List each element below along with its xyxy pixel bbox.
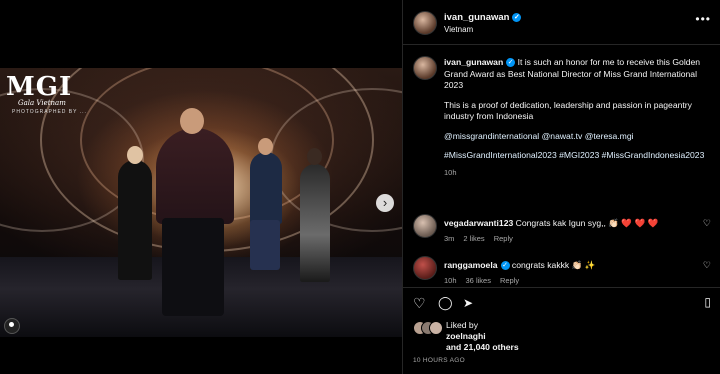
caption-time[interactable]: 10h xyxy=(444,167,706,179)
mgi-logo: MGI xyxy=(6,72,73,102)
comment-avatar[interactable] xyxy=(413,256,437,280)
person-right-head xyxy=(258,138,273,155)
bookmark-icon[interactable]: ▯ xyxy=(704,295,711,309)
header-username[interactable]: ivan_gunawan xyxy=(444,12,509,23)
person-center-jacket xyxy=(156,128,234,224)
mgi-logo-credit: PHOTOGRAPHED BY ... xyxy=(12,109,87,115)
person-far-right-head xyxy=(307,148,322,165)
person-left-head xyxy=(127,146,143,164)
likes-count[interactable]: and 21,040 others xyxy=(446,342,519,352)
caption: ivan_gunawan ✓ It is such an honor for me… xyxy=(444,57,706,186)
comment-emoji: 👏🏻 ✨ xyxy=(571,260,596,270)
comment-item: vegadarwanti123 Congrats kak Igun syg,, … xyxy=(403,214,720,244)
comment-reply-button[interactable]: Reply xyxy=(500,276,519,285)
liked-by-user[interactable]: zoelnaghi xyxy=(446,331,486,341)
likes-summary: Liked by zoelnaghi and 21,040 others xyxy=(413,318,713,358)
avatar[interactable] xyxy=(413,11,437,35)
verified-icon: ✓ xyxy=(500,261,510,271)
comment-text: Congrats kak Igun syg,, xyxy=(515,218,606,228)
person-right-trousers xyxy=(250,220,280,270)
caption-paragraph-1: ivan_gunawan ✓ It is such an honor for me… xyxy=(444,57,706,92)
comment-meta: 3m 2 likes Reply xyxy=(444,234,522,243)
mgi-logo-subtitle: Gala Vietnam xyxy=(18,99,66,107)
person-left xyxy=(118,160,152,280)
liker-avatar xyxy=(429,321,443,335)
caption-avatar[interactable] xyxy=(413,56,437,80)
comment-likes[interactable]: 2 likes xyxy=(463,234,484,243)
person-right-suit xyxy=(250,152,282,224)
comment-text: congrats kakkk xyxy=(511,260,570,270)
person-far-right xyxy=(300,164,330,282)
comment-item: ranggamoela ✓ congrats kakkk 👏🏻 ✨ 10h 36 l… xyxy=(403,256,720,286)
action-bar: ♡ ◯ ➤ ▯ xyxy=(403,287,720,316)
verified-icon: ✓ xyxy=(512,12,522,22)
comment-time[interactable]: 3m xyxy=(444,234,454,243)
caption-hashtags[interactable]: #MissGrandInternational2023 #MGI2023 #Mi… xyxy=(444,150,706,162)
more-icon[interactable]: ••• xyxy=(695,12,711,26)
comment-body: vegadarwanti123 Congrats kak Igun syg,, … xyxy=(444,218,658,229)
comment-icon[interactable]: ◯ xyxy=(438,295,453,311)
person-center-head xyxy=(180,108,204,134)
caption-mentions[interactable]: @missgrandinternational @nawat.tv @teres… xyxy=(444,131,706,143)
comment-time[interactable]: 10h xyxy=(444,276,457,285)
liked-by-prefix: Liked by xyxy=(446,320,479,330)
verified-icon: ✓ xyxy=(506,58,516,68)
header-username-row: ivan_gunawan ✓ xyxy=(444,12,522,23)
comment-reply-button[interactable]: Reply xyxy=(494,234,513,243)
liked-by-text: Liked by zoelnaghi and 21,040 others xyxy=(446,320,519,353)
posted-time[interactable]: 10 HOURS AGO xyxy=(413,357,465,364)
post-side-panel: ivan_gunawan ✓ Vietnam ••• ivan_gunawan ✓ … xyxy=(402,0,720,374)
header-location[interactable]: Vietnam xyxy=(444,25,473,34)
caption-username[interactable]: ivan_gunawan xyxy=(444,57,503,67)
post-header: ivan_gunawan ✓ Vietnam ••• xyxy=(403,0,720,45)
tag-icon[interactable] xyxy=(4,318,20,334)
caption-paragraph-2: This is a proof of dedication, leadershi… xyxy=(444,99,692,122)
comment-emoji: 👏🏻 ❤️ ❤️ ❤️ xyxy=(608,218,659,228)
comment-username[interactable]: ranggamoela xyxy=(444,260,498,270)
share-icon[interactable]: ➤ xyxy=(463,296,473,310)
person-center-trousers xyxy=(162,218,224,316)
comment-username[interactable]: vegadarwanti123 xyxy=(444,218,513,228)
comment-avatar[interactable] xyxy=(413,214,437,238)
comment-meta: 10h 36 likes Reply xyxy=(444,276,528,285)
comment-heart-icon[interactable]: ♡ xyxy=(703,218,711,229)
carousel-next-icon[interactable]: › xyxy=(376,194,394,212)
post-photo[interactable]: MGI Gala Vietnam PHOTOGRAPHED BY ... › xyxy=(0,0,402,374)
comment-body: ranggamoela ✓ congrats kakkk 👏🏻 ✨ xyxy=(444,260,595,271)
heart-icon[interactable]: ♡ xyxy=(413,295,426,312)
comment-heart-icon[interactable]: ♡ xyxy=(703,260,711,271)
comment-likes[interactable]: 36 likes xyxy=(466,276,491,285)
